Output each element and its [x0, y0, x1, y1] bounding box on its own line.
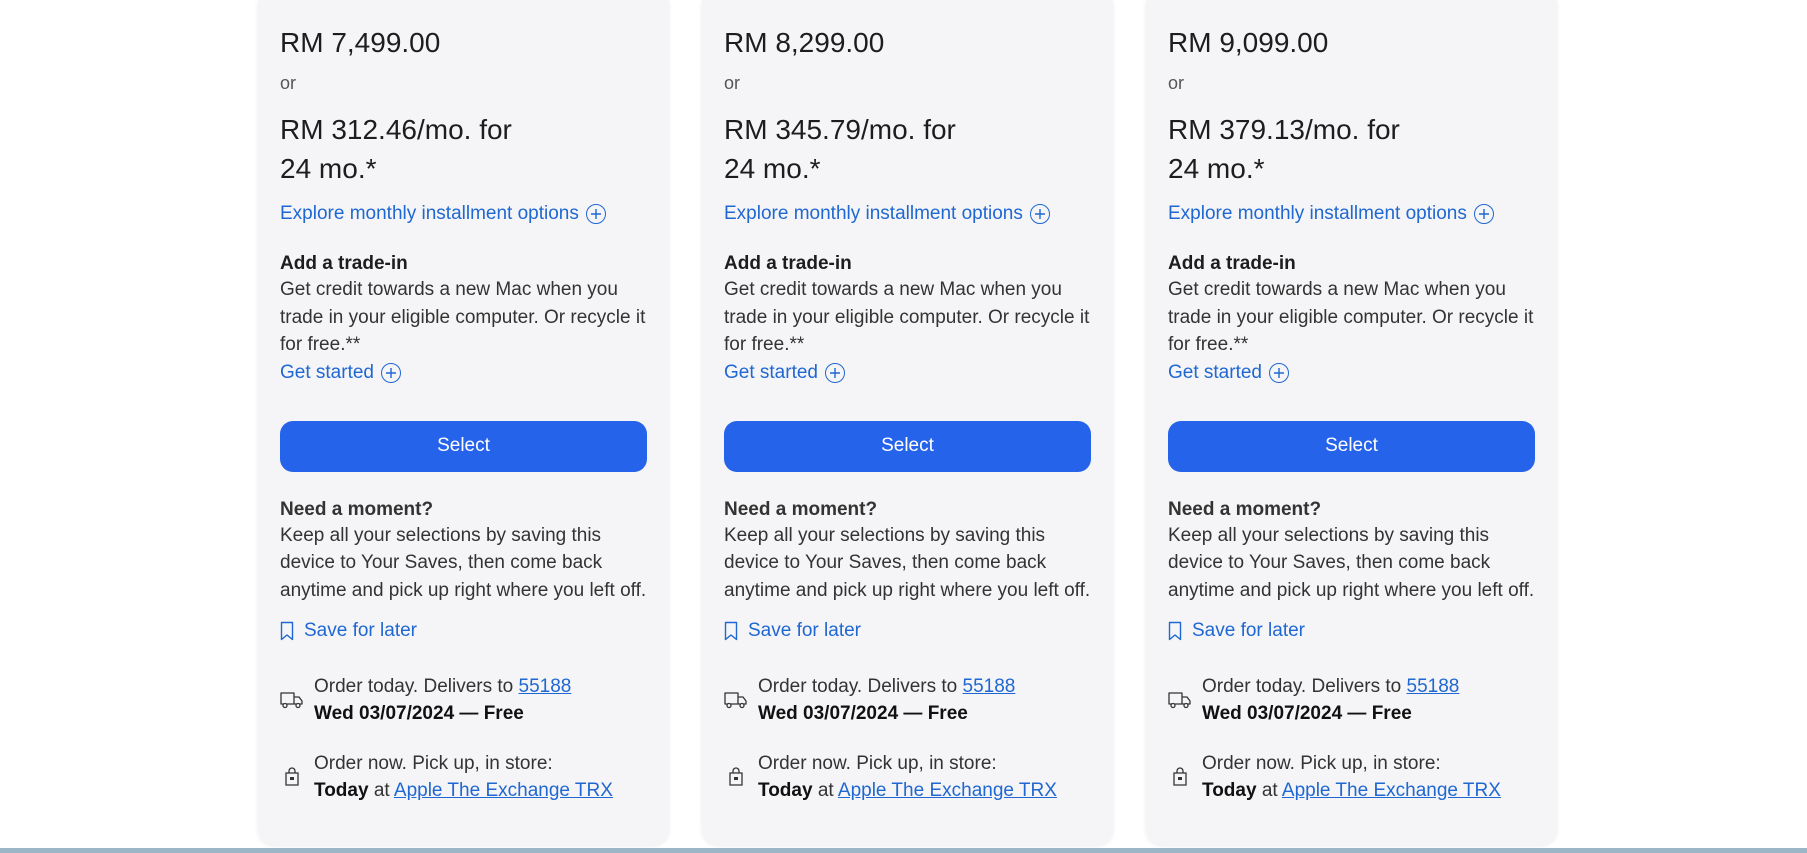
delivery-prefix: Order today. Delivers to — [758, 676, 963, 697]
need-moment-heading: Need a moment? — [724, 498, 1091, 522]
save-for-later-link[interactable]: Save for later — [280, 617, 647, 645]
need-moment-text: Keep all your selections by saving this … — [280, 524, 647, 601]
delivery-info: Order today. Delivers to 55188 Wed 03/07… — [724, 673, 1091, 727]
delivery-date: Wed 03/07/2024 — Free — [1202, 703, 1412, 724]
delivery-text: Order today. Delivers to 55188 Wed 03/07… — [1202, 673, 1459, 727]
need-moment-text: Keep all your selections by saving this … — [1168, 524, 1535, 601]
select-button[interactable]: Select — [724, 420, 1091, 472]
trade-in-text: Get credit towards a new Mac when you tr… — [1168, 279, 1534, 355]
trade-in-heading: Add a trade-in — [280, 253, 408, 274]
pickup-info: Order now. Pick up, in store: Today at A… — [724, 750, 1091, 804]
get-started-link[interactable]: Get started — [280, 359, 647, 387]
bookmark-icon — [280, 621, 294, 641]
pickup-at: at — [368, 780, 394, 801]
truck-icon — [1168, 691, 1192, 709]
trade-in-text: Get credit towards a new Mac when you tr… — [280, 279, 646, 355]
shopping-bag-icon — [280, 767, 304, 787]
need-moment-heading: Need a moment? — [1168, 498, 1535, 522]
pickup-today: Today — [1202, 780, 1257, 801]
store-link[interactable]: Apple The Exchange TRX — [1282, 780, 1501, 801]
delivery-zip-link[interactable]: 55188 — [519, 676, 572, 697]
pickup-today: Today — [758, 780, 813, 801]
delivery-prefix: Order today. Delivers to — [1202, 676, 1407, 697]
pickup-info: Order now. Pick up, in store: Today at A… — [280, 750, 647, 804]
explore-installment-link[interactable]: Explore monthly installment options — [724, 202, 1091, 226]
pickup-text: Order now. Pick up, in store: Today at A… — [314, 750, 613, 804]
truck-icon — [280, 691, 304, 709]
monthly-price: RM 312.46/mo. for 24 mo.* — [280, 114, 512, 184]
truck-icon — [724, 691, 748, 709]
plus-circle-icon — [825, 362, 845, 383]
pickup-info: Order now. Pick up, in store: Today at A… — [1168, 750, 1535, 804]
price: RM 7,499.00 — [280, 27, 441, 58]
plus-circle-icon — [1269, 362, 1289, 383]
plus-circle-icon — [585, 204, 606, 224]
pickup-at: at — [812, 780, 838, 801]
trade-in-heading: Add a trade-in — [724, 253, 852, 274]
plus-circle-icon — [1473, 204, 1494, 224]
monthly-price: RM 345.79/mo. for 24 mo.* — [724, 114, 956, 184]
price: RM 8,299.00 — [724, 27, 885, 58]
product-card: RM 9,099.00 or RM 379.13/mo. for 24 mo.*… — [1146, 0, 1557, 845]
pickup-prefix: Order now. Pick up, in store: — [1202, 753, 1441, 774]
price: RM 9,099.00 — [1168, 27, 1329, 58]
delivery-info: Order today. Delivers to 55188 Wed 03/07… — [1168, 673, 1535, 727]
need-moment-heading-text: Need a moment? — [724, 498, 878, 520]
pickup-at: at — [1256, 780, 1282, 801]
select-button[interactable]: Select — [280, 420, 647, 472]
delivery-info: Order today. Delivers to 55188 Wed 03/07… — [280, 673, 647, 727]
product-card: RM 8,299.00 or RM 345.79/mo. for 24 mo.*… — [702, 0, 1113, 845]
save-for-later-link[interactable]: Save for later — [1168, 617, 1535, 645]
get-started-link[interactable]: Get started — [1168, 359, 1535, 387]
delivery-date: Wed 03/07/2024 — Free — [314, 703, 524, 724]
delivery-zip-link[interactable]: 55188 — [963, 676, 1016, 697]
bookmark-icon — [724, 621, 738, 641]
store-link[interactable]: Apple The Exchange TRX — [838, 780, 1057, 801]
trade-in-text: Get credit towards a new Mac when you tr… — [724, 279, 1090, 355]
bookmark-icon — [1168, 621, 1182, 641]
monthly-price: RM 379.13/mo. for 24 mo.* — [1168, 114, 1400, 184]
need-moment-heading-text: Need a moment? — [1168, 498, 1322, 520]
shopping-bag-icon — [1168, 767, 1192, 787]
save-for-later-label: Save for later — [748, 620, 861, 641]
pickup-today: Today — [314, 780, 369, 801]
delivery-text: Order today. Delivers to 55188 Wed 03/07… — [314, 673, 571, 727]
plus-circle-icon — [381, 362, 401, 383]
delivery-prefix: Order today. Delivers to — [314, 676, 519, 697]
product-card: RM 7,499.00 or RM 312.46/mo. for 24 mo.*… — [258, 0, 669, 845]
shopping-bag-icon — [724, 767, 748, 787]
page: RM 7,499.00 or RM 312.46/mo. for 24 mo.*… — [0, 0, 1807, 853]
save-for-later-label: Save for later — [1192, 620, 1305, 641]
save-for-later-link[interactable]: Save for later — [724, 617, 1091, 645]
need-moment-text: Keep all your selections by saving this … — [724, 524, 1091, 601]
get-started-label: Get started — [724, 361, 818, 383]
delivery-text: Order today. Delivers to 55188 Wed 03/07… — [758, 673, 1015, 727]
explore-installment-link[interactable]: Explore monthly installment options — [280, 202, 647, 226]
explore-installment-label: Explore monthly installment options — [280, 203, 579, 224]
get-started-label: Get started — [280, 361, 374, 383]
pickup-text: Order now. Pick up, in store: Today at A… — [758, 750, 1057, 804]
or-label: or — [280, 73, 297, 93]
plus-circle-icon — [1029, 204, 1050, 224]
store-link[interactable]: Apple The Exchange TRX — [394, 780, 613, 801]
need-moment-heading-text: Need a moment? — [280, 498, 434, 520]
need-moment-heading: Need a moment? — [280, 498, 647, 522]
product-cards: RM 7,499.00 or RM 312.46/mo. for 24 mo.*… — [258, 0, 1557, 845]
save-for-later-label: Save for later — [304, 620, 417, 641]
explore-installment-label: Explore monthly installment options — [724, 203, 1023, 224]
pickup-prefix: Order now. Pick up, in store: — [314, 753, 553, 774]
get-started-link[interactable]: Get started — [724, 359, 1091, 387]
or-label: or — [724, 73, 741, 93]
explore-installment-link[interactable]: Explore monthly installment options — [1168, 202, 1535, 226]
get-started-label: Get started — [1168, 361, 1262, 383]
explore-installment-label: Explore monthly installment options — [1168, 203, 1467, 224]
trade-in-heading: Add a trade-in — [1168, 253, 1296, 274]
window-bottom-edge — [0, 848, 1807, 853]
pickup-text: Order now. Pick up, in store: Today at A… — [1202, 750, 1501, 804]
delivery-date: Wed 03/07/2024 — Free — [758, 703, 968, 724]
pickup-prefix: Order now. Pick up, in store: — [758, 753, 997, 774]
or-label: or — [1168, 73, 1185, 93]
select-button[interactable]: Select — [1168, 420, 1535, 472]
delivery-zip-link[interactable]: 55188 — [1407, 676, 1460, 697]
